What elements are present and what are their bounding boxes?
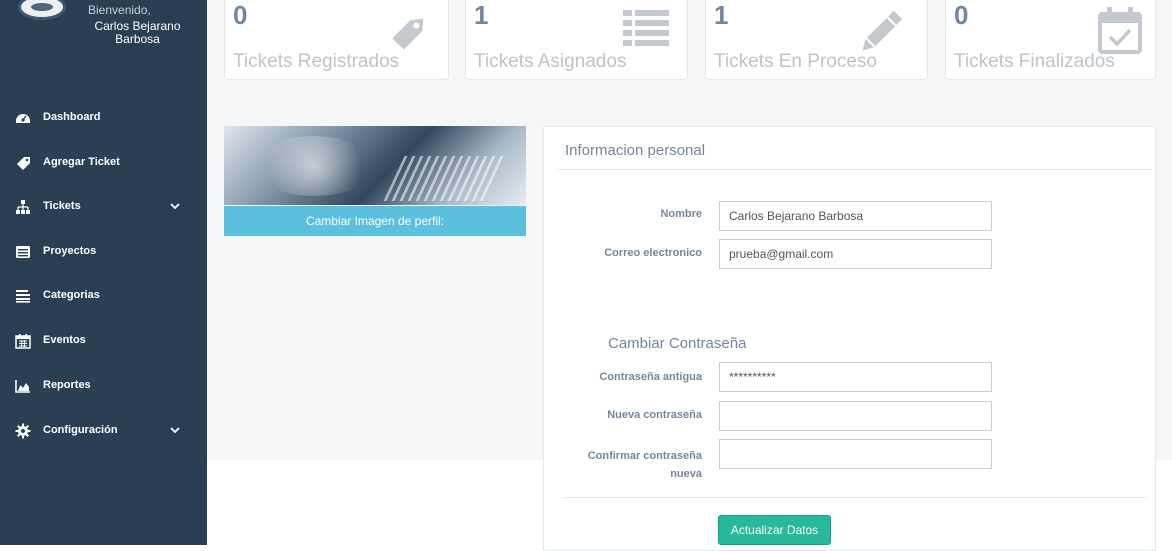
stat-label: Tickets Asignados [474, 51, 627, 72]
gear-icon [15, 423, 31, 439]
sidebar-item-label: Dashboard [43, 111, 101, 123]
calendar-check-icon [1098, 7, 1142, 54]
sidebar-item-label: Configuración [43, 424, 118, 436]
sidebar-item-label: Agregar Ticket [43, 156, 120, 168]
divider [562, 497, 1147, 498]
sidebar-item-proyectos[interactable]: Proyectos [0, 237, 207, 267]
list-icon [623, 10, 669, 46]
stat-label: Tickets Finalizados [954, 51, 1115, 72]
change-profile-image-button[interactable]: Cambiar Imagen de perfil: [224, 206, 526, 236]
banner-keyboard [383, 156, 505, 201]
stat-label: Tickets En Proceso [714, 51, 877, 72]
sidebar-item-label: Reportes [43, 379, 91, 391]
email-label: Correo electronico [604, 247, 702, 259]
tag-icon [17, 157, 30, 170]
confirm-password-label-line1: Confirmar contraseña [587, 450, 702, 462]
stat-card-asignados: 1 Tickets Asignados [465, 0, 688, 80]
sidebar-item-categorias[interactable]: Categorias [0, 281, 207, 311]
profile-banner-image [224, 126, 526, 205]
align-justify-icon [16, 290, 30, 303]
sidebar-item-configuracion[interactable]: Configuración [0, 416, 207, 446]
sidebar-item-label: Eventos [43, 334, 86, 346]
dashboard-icon [16, 114, 30, 123]
confirm-password-label-line2: nueva [670, 468, 702, 480]
sitemap-icon [16, 200, 30, 214]
calendar-icon [15, 334, 31, 349]
sidebar-item-tickets[interactable]: Tickets [0, 192, 207, 222]
new-password-field[interactable] [719, 401, 992, 431]
stat-count: 0 [233, 0, 248, 30]
list-alt-icon [16, 246, 30, 258]
confirm-password-field[interactable] [719, 439, 992, 469]
banner-glow [254, 136, 374, 196]
avatar [18, 0, 66, 20]
sidebar-item-label: Categorias [43, 289, 100, 301]
stat-card-finalizados: 0 Tickets Finalizados [945, 0, 1156, 80]
confirm-password-label: Confirmar contraseña nueva [552, 447, 702, 483]
divider [558, 169, 1152, 170]
sidebar-item-dashboard[interactable]: Dashboard [0, 103, 207, 133]
stat-count: 1 [714, 0, 729, 30]
welcome-text: Bienvenido, [88, 3, 151, 17]
email-field[interactable] [719, 239, 992, 269]
sidebar-item-reportes[interactable]: Reportes [0, 371, 207, 401]
sidebar-item-agregar-ticket[interactable]: Agregar Ticket [0, 148, 207, 178]
old-password-label: Contraseña antigua [599, 371, 702, 383]
sidebar-item-label: Tickets [43, 200, 81, 212]
area-chart-icon [15, 380, 30, 393]
name-field[interactable] [719, 201, 992, 231]
panel-title: Informacion personal [565, 142, 706, 159]
name-label: Nombre [660, 208, 702, 220]
sidebar: Bienvenido, Carlos Bejarano Barbosa Dash… [0, 0, 207, 545]
user-name: Carlos Bejarano Barbosa [94, 19, 181, 46]
old-password-field[interactable] [719, 362, 992, 392]
change-password-title: Cambiar Contraseña [608, 335, 747, 352]
stat-count: 0 [954, 0, 969, 30]
stat-count: 1 [474, 0, 489, 30]
chevron-down-icon [170, 203, 180, 210]
stat-card-registrados: 0 Tickets Registrados [224, 0, 449, 80]
new-password-label: Nueva contraseña [607, 409, 702, 421]
update-data-button[interactable]: Actualizar Datos [718, 515, 831, 545]
stat-label: Tickets Registrados [233, 51, 400, 72]
chevron-down-icon [170, 427, 180, 434]
sidebar-item-label: Proyectos [43, 245, 97, 257]
stat-card-en-proceso: 1 Tickets En Proceso [705, 0, 928, 80]
sidebar-item-eventos[interactable]: Eventos [0, 326, 207, 356]
